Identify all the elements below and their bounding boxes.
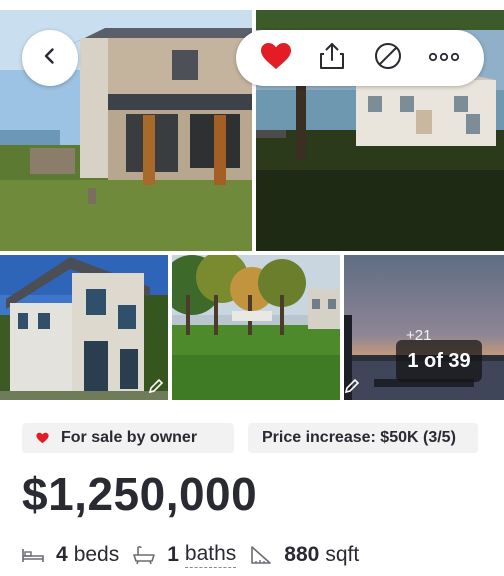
sqft-label: sqft xyxy=(325,543,360,566)
hide-icon xyxy=(373,41,403,76)
listing-badges: For sale by owner Price increase: $50K (… xyxy=(22,423,478,453)
more-options-button[interactable] xyxy=(424,38,464,78)
price-change-label: Price increase: $50K (3/5) xyxy=(262,429,456,446)
baths-value: 1 xyxy=(167,543,179,566)
beds-value: 4 xyxy=(56,543,68,566)
heart-icon xyxy=(260,42,292,75)
photo-gallery: +21 1 of 39 xyxy=(0,0,504,402)
chevron-left-icon xyxy=(40,46,60,71)
photo-house-side-view xyxy=(0,255,168,400)
hide-listing-button[interactable] xyxy=(368,38,408,78)
ruler-icon xyxy=(250,545,272,565)
pencil-icon xyxy=(146,376,166,396)
price-change-badge: Price increase: $50K (3/5) xyxy=(248,423,478,453)
more-icon xyxy=(428,49,460,67)
bed-icon xyxy=(22,547,44,563)
baths-label: baths xyxy=(184,542,237,568)
beds-label: beds xyxy=(73,543,120,566)
listing-action-bar xyxy=(236,30,484,86)
listing-price: $1,250,000 xyxy=(22,468,258,520)
sqft-fact: 880 sqft xyxy=(250,543,359,567)
photo-yard[interactable] xyxy=(172,255,340,400)
photo-house-side[interactable] xyxy=(0,255,168,400)
save-favorite-button[interactable] xyxy=(256,38,296,78)
pencil-icon xyxy=(342,376,362,396)
photo-yard-trees xyxy=(172,255,340,400)
share-button[interactable] xyxy=(312,38,352,78)
share-icon xyxy=(317,41,347,76)
beds-fact: 4 beds xyxy=(22,543,119,567)
fsbo-badge: For sale by owner xyxy=(22,423,234,453)
fsbo-label: For sale by owner xyxy=(61,429,198,446)
sqft-value: 880 xyxy=(284,543,320,566)
listing-facts: 4 beds 1 baths 880 sqft xyxy=(22,540,373,570)
photo-count-button[interactable]: 1 of 39 xyxy=(396,340,482,382)
back-button[interactable] xyxy=(22,30,78,86)
heart-icon xyxy=(36,432,49,444)
baths-fact[interactable]: 1 baths xyxy=(133,542,237,568)
bath-icon xyxy=(133,545,156,565)
